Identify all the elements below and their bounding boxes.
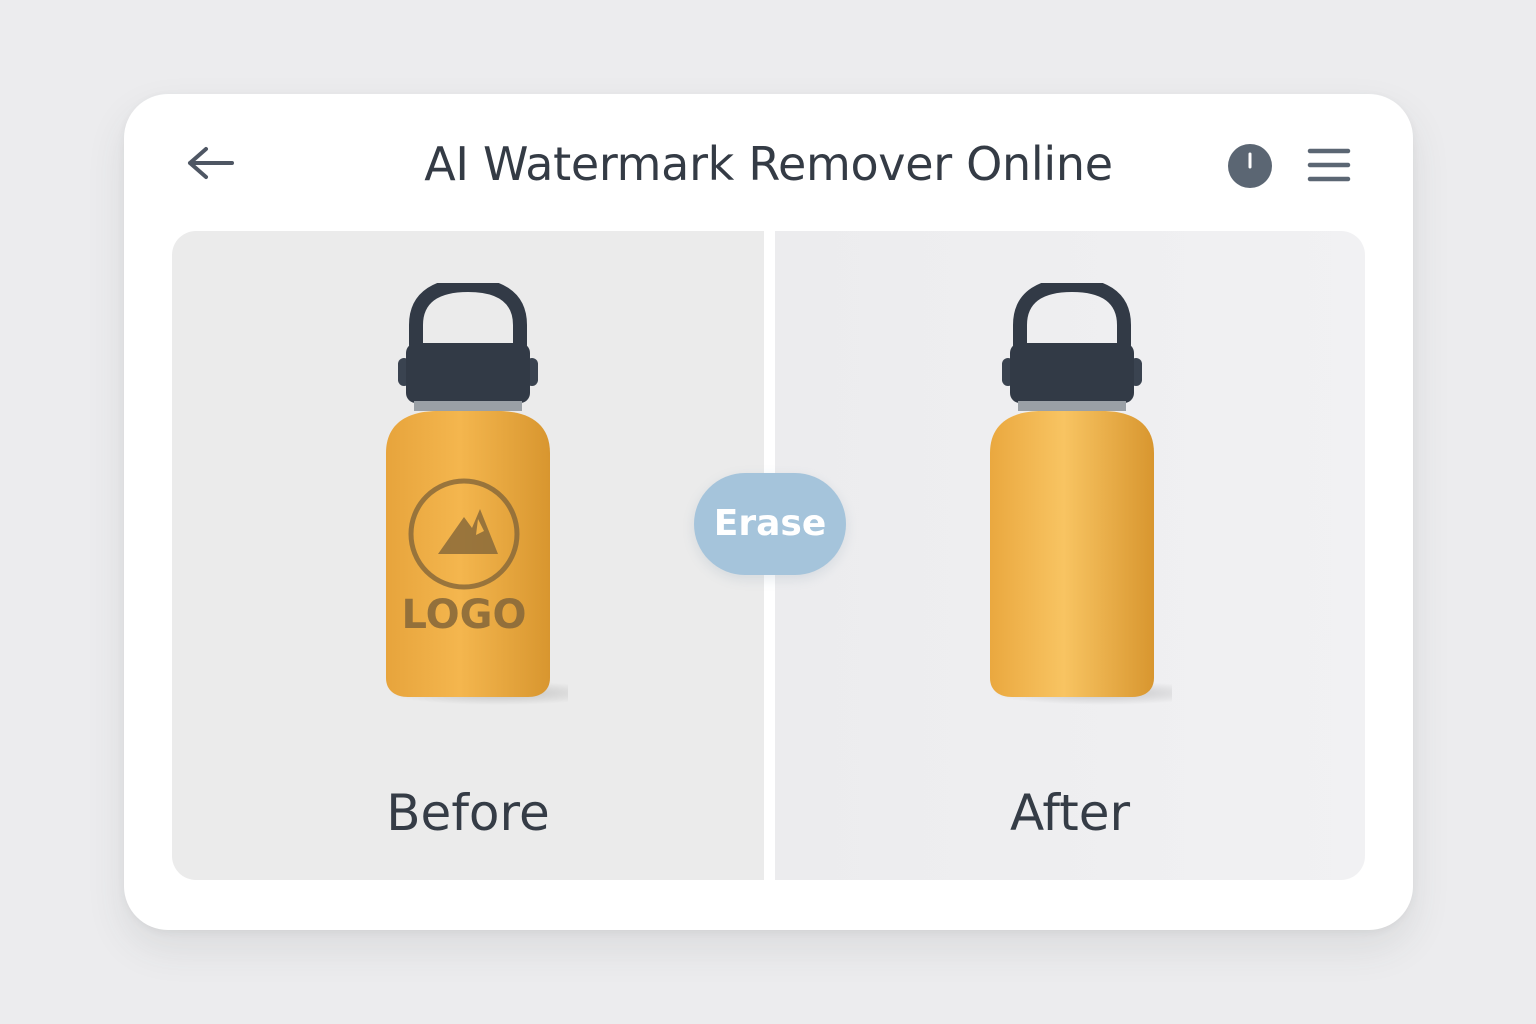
after-label: After bbox=[1009, 784, 1131, 842]
arrow-left-icon bbox=[188, 147, 234, 179]
before-panel: LOGO Before bbox=[172, 231, 764, 880]
bottle-clean-image bbox=[990, 283, 1172, 705]
app-card: AI Watermark Remover Online LOGO Before … bbox=[124, 94, 1413, 930]
hamburger-menu-icon bbox=[1307, 148, 1351, 182]
bottle-with-watermark-image: LOGO bbox=[386, 283, 568, 705]
watermark-text: LOGO bbox=[402, 592, 527, 638]
menu-button[interactable] bbox=[1304, 142, 1354, 188]
clock-icon bbox=[1228, 144, 1272, 188]
erase-button[interactable]: Erase bbox=[694, 473, 846, 575]
after-panel: After bbox=[775, 231, 1365, 880]
page-title: AI Watermark Remover Online bbox=[424, 137, 1113, 191]
before-label: Before bbox=[386, 784, 550, 842]
back-button[interactable] bbox=[180, 138, 240, 188]
history-button[interactable] bbox=[1226, 142, 1274, 190]
